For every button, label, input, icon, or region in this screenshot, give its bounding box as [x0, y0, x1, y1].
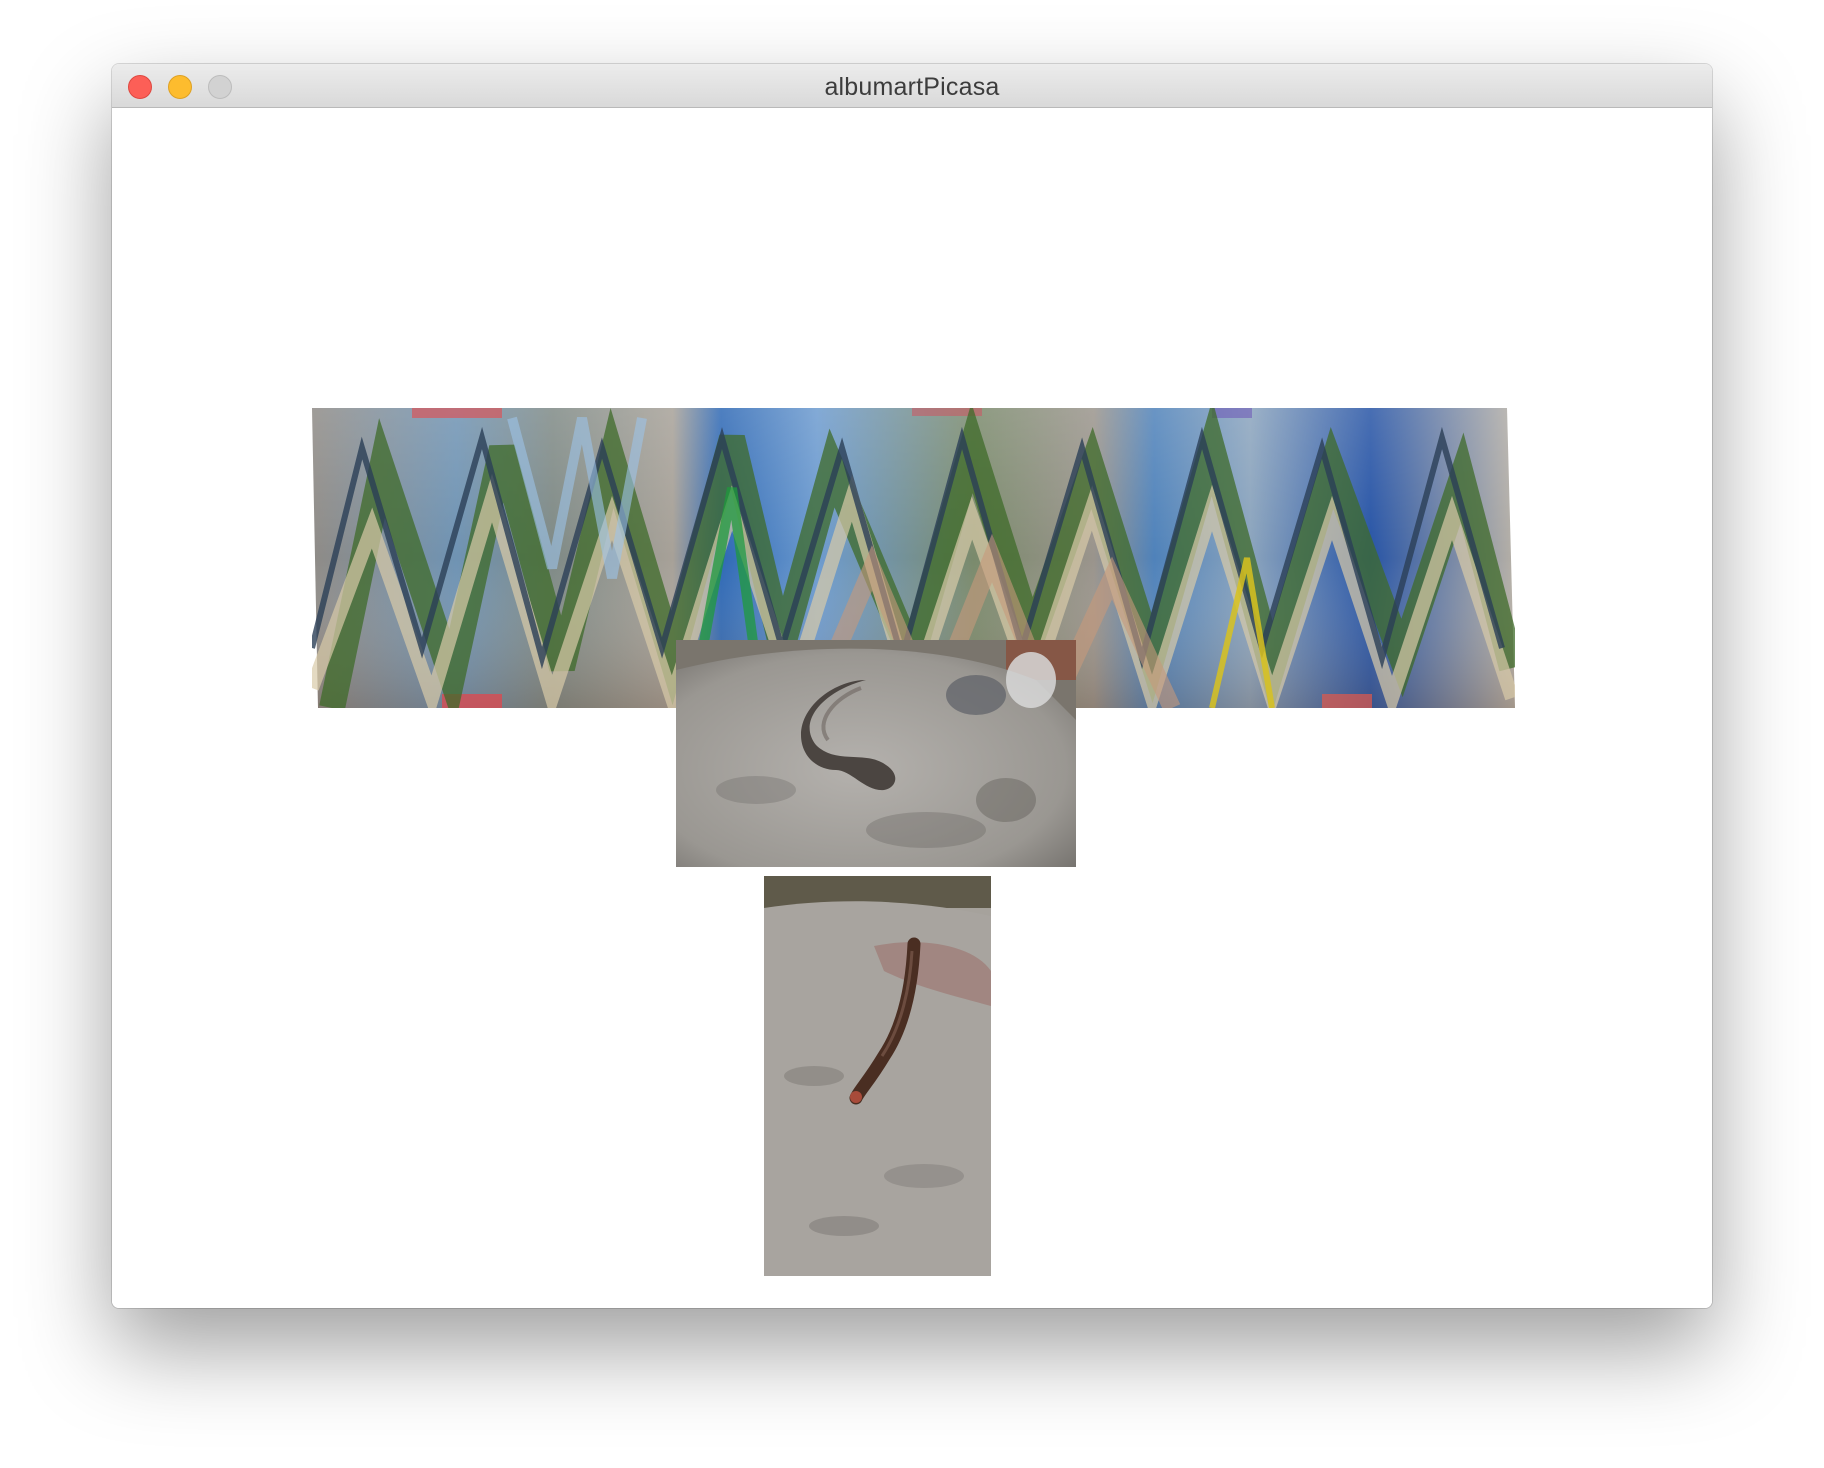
- app-window: albumartPicasa: [112, 64, 1712, 1308]
- window-title: albumartPicasa: [824, 73, 1000, 101]
- desktop: albumartPicasa: [0, 0, 1824, 1468]
- title-bar[interactable]: albumartPicasa: [112, 64, 1712, 108]
- slug-on-rock-photo: [676, 640, 1076, 867]
- album-canvas: [112, 108, 1712, 1308]
- millipede-on-rock-photo: [764, 876, 991, 1276]
